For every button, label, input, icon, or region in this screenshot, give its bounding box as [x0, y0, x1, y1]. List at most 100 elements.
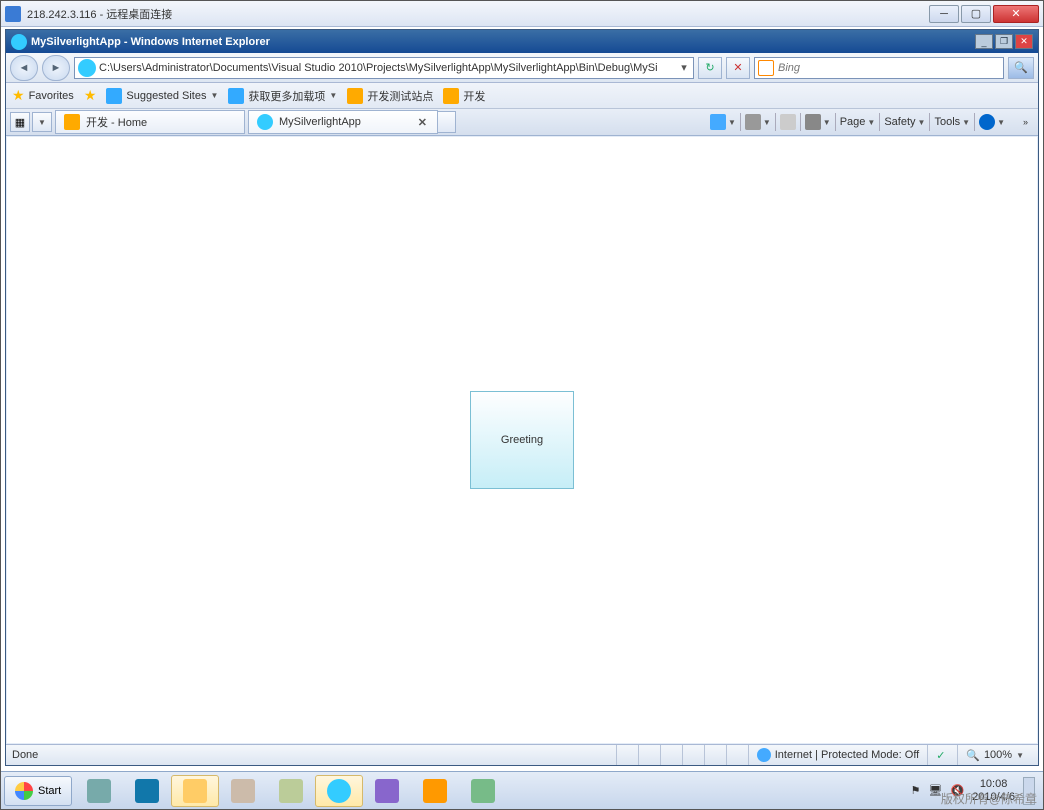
taskbar-iis[interactable] — [459, 775, 507, 807]
suggested-sites-link[interactable]: Suggested Sites ▼ — [106, 88, 218, 104]
dev-test-site-link[interactable]: 开发测试站点 — [347, 88, 433, 104]
chevron-down-icon: ▼ — [211, 91, 219, 100]
tab-dev-home[interactable]: 开发 - Home — [55, 110, 245, 134]
search-input[interactable] — [778, 62, 1000, 74]
dev-link[interactable]: 开发 — [443, 88, 485, 104]
status-cell — [726, 745, 748, 765]
chevron-down-icon: ▼ — [329, 91, 337, 100]
greeting-button[interactable]: Greeting — [470, 391, 574, 489]
folder-icon — [183, 779, 207, 803]
site-icon — [443, 88, 459, 104]
rdp-titlebar: 218.242.3.116 - 远程桌面连接 ─ ▢ ✕ — [1, 1, 1043, 27]
tab-mysilverlightapp[interactable]: MySilverlightApp ✕ — [248, 110, 438, 134]
taskbar-tools[interactable] — [219, 775, 267, 807]
globe-icon — [757, 748, 771, 762]
maximize-button[interactable]: ▢ — [961, 5, 991, 23]
rdp-icon — [5, 6, 21, 22]
help-button[interactable]: ▼ — [979, 114, 1005, 130]
ie-titlebar: MySilverlightApp - Windows Internet Expl… — [6, 30, 1038, 53]
protected-mode-cell[interactable]: ✓ — [927, 745, 957, 765]
rdp-title-text: 218.242.3.116 - 远程桌面连接 — [27, 6, 929, 22]
minimize-button[interactable]: ─ — [929, 5, 959, 23]
home-icon — [710, 114, 726, 130]
status-cell — [704, 745, 726, 765]
tablist-button[interactable]: ▼ — [32, 112, 52, 132]
taskbar-server-manager[interactable] — [75, 775, 123, 807]
taskbar-ie[interactable] — [315, 775, 363, 807]
tools-menu[interactable]: Tools▼ — [934, 116, 970, 128]
safety-menu[interactable]: Safety▼ — [884, 116, 925, 128]
status-cell — [616, 745, 638, 765]
overflow-button[interactable]: » — [1023, 117, 1028, 127]
powershell-icon — [135, 779, 159, 803]
site-icon — [106, 88, 122, 104]
star-icon: ★ — [12, 87, 25, 104]
status-text: Done — [12, 749, 38, 761]
status-cell — [638, 745, 660, 765]
ie-icon — [11, 34, 27, 50]
refresh-button[interactable]: ↻ — [698, 57, 722, 79]
star-add-icon: ★ — [84, 87, 97, 104]
search-box[interactable] — [754, 57, 1004, 79]
taskbar-explorer[interactable] — [171, 775, 219, 807]
page-icon — [257, 114, 273, 130]
ie-title-text: MySilverlightApp - Windows Internet Expl… — [31, 36, 973, 48]
command-bar: ▼ ▼ ▼ Page▼ Safety▼ Tools▼ ▼ » — [710, 113, 1038, 131]
quicktabs-button[interactable]: ▦ — [10, 112, 30, 132]
ie-window: MySilverlightApp - Windows Internet Expl… — [5, 29, 1039, 766]
flag-icon[interactable]: ⚑ — [911, 784, 921, 797]
print-button[interactable]: ▼ — [805, 114, 831, 130]
back-button[interactable]: ◄ — [10, 55, 38, 81]
vs-icon — [375, 779, 399, 803]
home-button[interactable]: ▼ — [710, 114, 736, 130]
taskbar-settings[interactable] — [267, 775, 315, 807]
navigation-bar: ◄ ► ▾ ↻ ✕ 🔍 — [6, 53, 1038, 83]
iis-icon — [471, 779, 495, 803]
address-dropdown[interactable]: ▾ — [675, 61, 693, 74]
page-content: Greeting — [7, 137, 1037, 743]
start-button[interactable]: Start — [4, 776, 72, 806]
gear-icon — [279, 779, 303, 803]
bing-icon — [758, 60, 774, 76]
favorites-bar: ★ Favorites ★ Suggested Sites ▼ 获取更多加载项 … — [6, 83, 1038, 109]
ie-restore-button[interactable]: ❐ — [995, 34, 1013, 49]
tab-bar: ▦ ▼ 开发 - Home MySilverlightApp ✕ ▼ ▼ ▼ P… — [6, 109, 1038, 136]
help-icon — [979, 114, 995, 130]
taskbar-powershell[interactable] — [123, 775, 171, 807]
mail-icon — [780, 114, 796, 130]
more-addons-link[interactable]: 获取更多加载项 ▼ — [228, 88, 337, 104]
status-cell — [682, 745, 704, 765]
ie-close-button[interactable]: ✕ — [1015, 34, 1033, 49]
ie-minimize-button[interactable]: _ — [975, 34, 993, 49]
address-input[interactable] — [99, 62, 675, 74]
security-zone[interactable]: Internet | Protected Mode: Off — [748, 745, 928, 765]
taskbar: Start ⚑ 🖥 🔇 10:08 2010/4/6 — [1, 771, 1043, 809]
add-favorite-button[interactable]: ★ — [84, 87, 97, 104]
readmail-button[interactable] — [780, 114, 796, 130]
forward-button[interactable]: ► — [42, 55, 70, 81]
zoom-icon: 🔍 — [966, 749, 980, 762]
zoom-control[interactable]: 🔍 100% ▼ — [957, 745, 1032, 765]
print-icon — [805, 114, 821, 130]
feeds-button[interactable]: ▼ — [745, 114, 771, 130]
rss-icon — [745, 114, 761, 130]
taskbar-visualstudio[interactable] — [363, 775, 411, 807]
page-menu[interactable]: Page▼ — [840, 116, 876, 128]
address-bar[interactable]: ▾ — [74, 57, 694, 79]
taskbar-app[interactable] — [411, 775, 459, 807]
status-bar: Done Internet | Protected Mode: Off ✓ 🔍 … — [6, 744, 1038, 765]
app-icon — [423, 779, 447, 803]
new-tab-button[interactable] — [438, 111, 456, 133]
status-cell — [660, 745, 682, 765]
site-icon — [347, 88, 363, 104]
tools-icon — [231, 779, 255, 803]
close-button[interactable]: ✕ — [993, 5, 1039, 23]
tab-close-button[interactable]: ✕ — [416, 116, 429, 129]
page-icon — [64, 114, 80, 130]
stop-button[interactable]: ✕ — [726, 57, 750, 79]
server-icon — [87, 779, 111, 803]
ie-icon — [327, 779, 351, 803]
favorites-button[interactable]: ★ Favorites — [12, 87, 74, 104]
search-button[interactable]: 🔍 — [1008, 57, 1034, 79]
page-icon — [78, 59, 96, 77]
